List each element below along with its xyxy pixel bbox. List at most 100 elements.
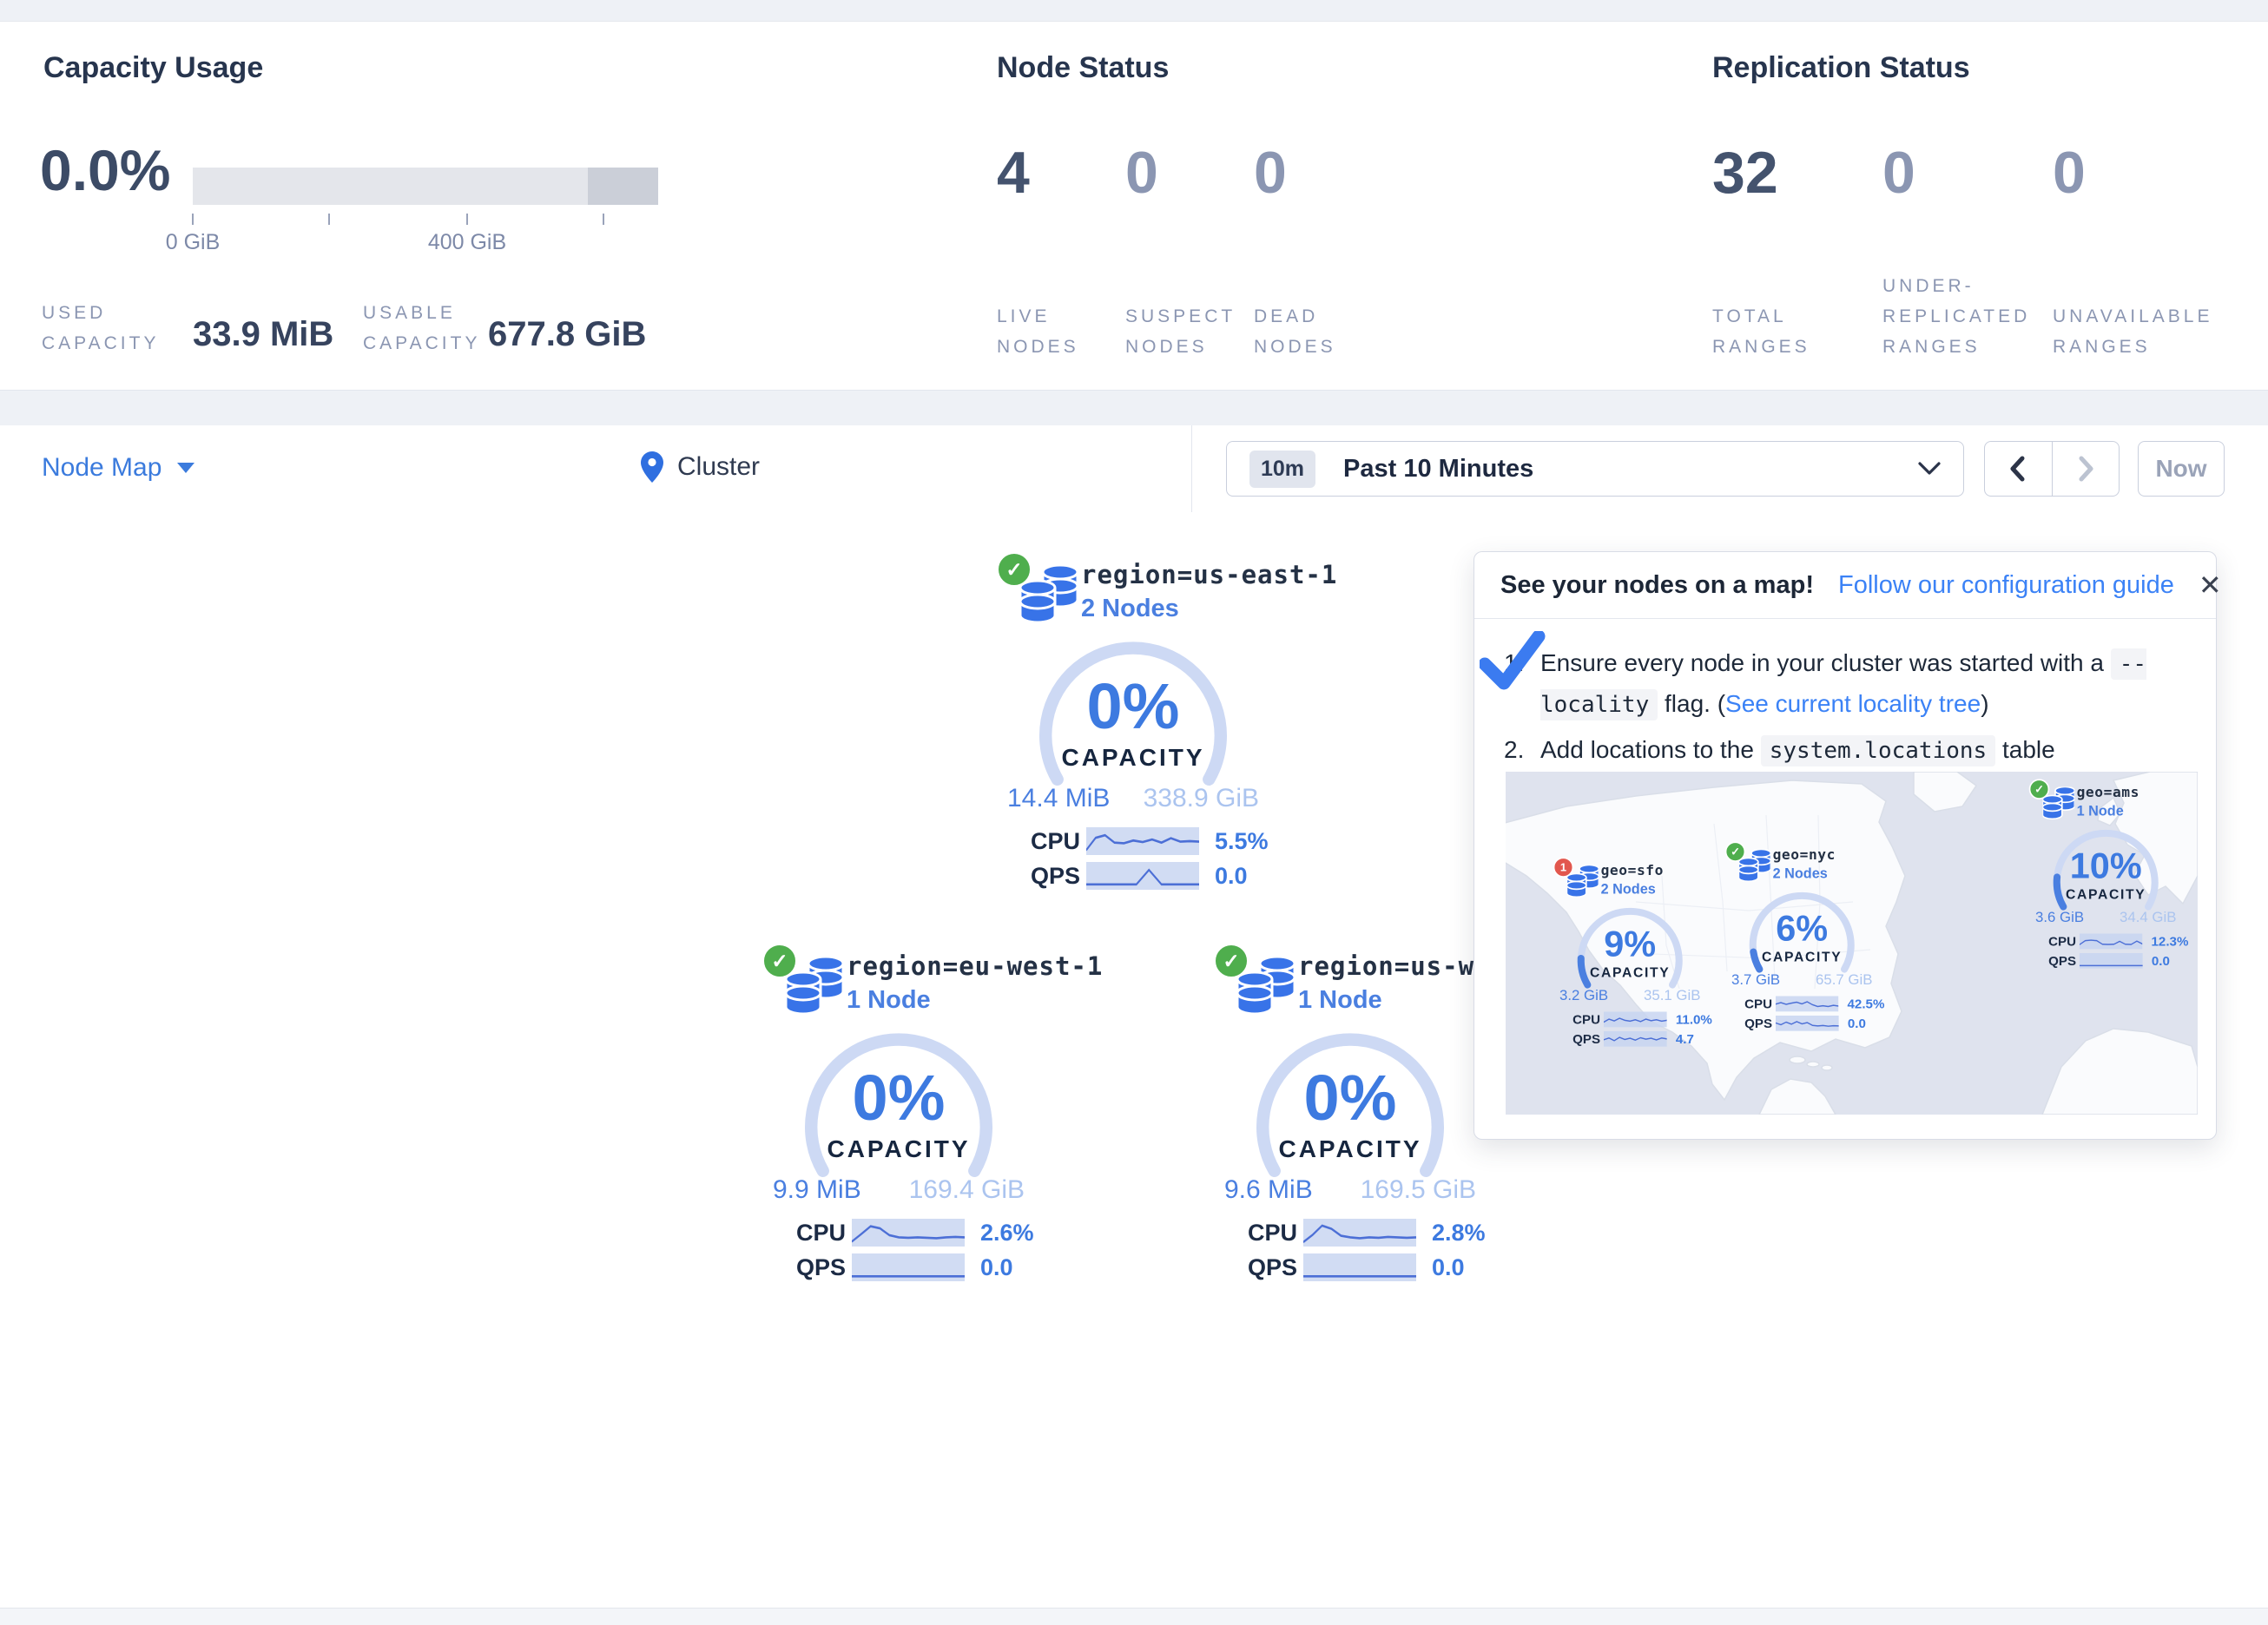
page-footer-strip [0, 1608, 2268, 1625]
capacity-gauge: 0% CAPACITY 9.6 MiB 169.5 GiB [1242, 1031, 1459, 1212]
under-replicated-ranges-count: 0 [1882, 143, 2039, 202]
capacity-tick [328, 214, 330, 225]
locality-tree-link[interactable]: See current locality tree [1725, 690, 1981, 717]
capacity-label: CAPACITY [790, 1135, 1007, 1163]
qps-value: 0.0 [2152, 953, 2170, 968]
used-capacity-value: 9.9 MiB [773, 1175, 861, 1205]
capacity-label: CAPACITY [1025, 744, 1242, 772]
locality-node-card[interactable]: ✓ geo=nyc 2 Nodes [1719, 846, 1884, 1031]
total-capacity-value: 169.4 GiB [909, 1175, 1025, 1205]
locality-node-card[interactable]: ✓ region=eu-west-1 1 Node [751, 951, 1046, 1281]
dead-nodes-label: DEAD NODES [1254, 301, 1358, 362]
cluster-summary-bar: Capacity Usage 0.0% 0 GiB 400 GiB USED C… [0, 21, 2268, 391]
total-capacity-value: 34.4 GiB [2120, 909, 2176, 925]
node-status-badge: ✓ [1213, 943, 1249, 979]
capacity-percent-value: 0.0% [40, 141, 170, 199]
node-status-badge: ✓ [996, 551, 1032, 588]
locality-node-card[interactable]: ✓ geo=ams 1 Node [2023, 784, 2188, 969]
node-locality-label: region=us-west-1 [1298, 951, 1498, 981]
capacity-bar [193, 168, 658, 205]
total-capacity-value: 338.9 GiB [1144, 784, 1259, 813]
node-count-label: 1 Node [1298, 986, 1498, 1015]
view-mode-dropdown[interactable]: Node Map [42, 453, 194, 483]
cpu-sparkline [1776, 996, 1839, 1011]
capacity-percent: 0% [1025, 674, 1242, 739]
node-card-header: ✓ geo=nyc 2 Nodes [1719, 846, 1884, 886]
qps-sparkline [1303, 1253, 1416, 1281]
node-card-header: ✓ region=eu-west-1 1 Node [751, 951, 1046, 1023]
qps-metric-row: QPS 0.0 [1031, 862, 1281, 890]
mini-world-map: 1 geo=sfo 2 Nodes [1506, 772, 2198, 1115]
node-status-title: Node Status [997, 51, 1169, 85]
node-status-badge: ✓ [1725, 841, 1746, 862]
cpu-sparkline [1086, 827, 1199, 855]
usable-capacity-value: 677.8 GiB [488, 315, 646, 354]
view-mode-label: Node Map [42, 453, 162, 483]
time-range-badge: 10m [1249, 451, 1315, 488]
view-toolbar: Node Map Cluster 10m Past 10 Minutes [0, 425, 2268, 514]
capacity-gauge: 6% CAPACITY 3.7 GiB 65.7 GiB [1741, 891, 1863, 992]
qps-value: 0.0 [1848, 1016, 1866, 1030]
total-capacity-value: 35.1 GiB [1644, 987, 1700, 1003]
total-capacity-value: 169.5 GiB [1361, 1175, 1476, 1205]
capacity-percent: 0% [1242, 1066, 1459, 1130]
step-text-segment: Add locations to the [1540, 736, 1761, 763]
node-card-header: ✓ geo=ams 1 Node [2023, 784, 2188, 824]
under-replicated-ranges-label: UNDER-REPLICATED RANGES [1882, 271, 2039, 362]
cpu-metric-row: CPU 2.8% [1248, 1219, 1498, 1247]
cpu-sparkline [1604, 1011, 1667, 1027]
cpu-label: CPU [796, 1220, 848, 1247]
node-locality-label: region=eu-west-1 [847, 951, 1046, 981]
qps-sparkline [852, 1253, 965, 1281]
capacity-tick [466, 214, 468, 225]
close-icon[interactable]: ✕ [2199, 569, 2222, 602]
capacity-gauge: 9% CAPACITY 3.2 GiB 35.1 GiB [1569, 907, 1691, 1008]
node-status-badge: 1 [1553, 857, 1574, 878]
qps-label: QPS [1031, 863, 1083, 890]
node-count-label: 1 Node [847, 986, 1046, 1015]
cpu-value: 11.0% [1676, 1012, 1712, 1027]
qps-label: QPS [1744, 1016, 1774, 1030]
step-text: Ensure every node in your cluster was st… [1540, 643, 2192, 725]
chevron-down-icon [1918, 462, 1941, 476]
used-capacity-value: 3.7 GiB [1731, 971, 1780, 988]
qps-value: 4.7 [1676, 1031, 1694, 1046]
breadcrumb-cluster-label: Cluster [677, 452, 760, 482]
capacity-label: CAPACITY [2045, 887, 2166, 903]
capacity-tick [192, 214, 194, 225]
cpu-sparkline [1303, 1219, 1416, 1247]
now-button[interactable]: Now [2138, 441, 2225, 497]
locality-node-card[interactable]: ✓ region=us-east-1 2 Nodes [986, 560, 1281, 890]
cpu-label: CPU [1744, 997, 1774, 1011]
qps-metric-row: QPS 4.7 [1572, 1031, 1712, 1047]
used-capacity-value: 33.9 MiB [193, 315, 333, 354]
configuration-guide-link[interactable]: Follow our configuration guide [1838, 571, 2174, 600]
locality-setup-popup: See your nodes on a map! Follow our conf… [1474, 551, 2217, 1140]
qps-label: QPS [796, 1254, 848, 1281]
cpu-sparkline [2080, 933, 2143, 949]
toolbar-divider [1191, 425, 1192, 512]
qps-value: 0.0 [1215, 863, 1248, 890]
cpu-label: CPU [2048, 934, 2078, 949]
node-locality-label: geo=sfo [1601, 862, 1713, 878]
total-ranges-count: 32 [1712, 143, 1825, 202]
capacity-tick [603, 214, 604, 225]
breadcrumb[interactable]: Cluster [641, 451, 760, 483]
capacity-bar-reserved-segment [588, 168, 658, 205]
node-status-badge: ✓ [2029, 779, 2050, 799]
cpu-value: 12.3% [2152, 934, 2189, 949]
node-locality-label: geo=nyc [1773, 846, 1885, 863]
node-locality-label: region=us-east-1 [1081, 560, 1281, 589]
node-card-header: 1 geo=sfo 2 Nodes [1547, 862, 1712, 902]
time-range-dropdown[interactable]: 10m Past 10 Minutes [1226, 441, 1964, 497]
qps-value: 0.0 [1432, 1254, 1465, 1281]
time-step-back-button[interactable] [1985, 442, 2053, 496]
used-capacity-value: 9.6 MiB [1224, 1175, 1313, 1205]
locality-node-card[interactable]: ✓ region=us-west-1 1 Node [1203, 951, 1498, 1281]
step-text-segment: ) [1981, 690, 1988, 717]
locality-node-card[interactable]: 1 geo=sfo 2 Nodes [1547, 862, 1712, 1047]
qps-metric-row: QPS 0.0 [2048, 953, 2188, 969]
qps-value: 0.0 [980, 1254, 1013, 1281]
time-step-forward-button[interactable] [2053, 442, 2120, 496]
qps-label: QPS [1572, 1031, 1602, 1046]
